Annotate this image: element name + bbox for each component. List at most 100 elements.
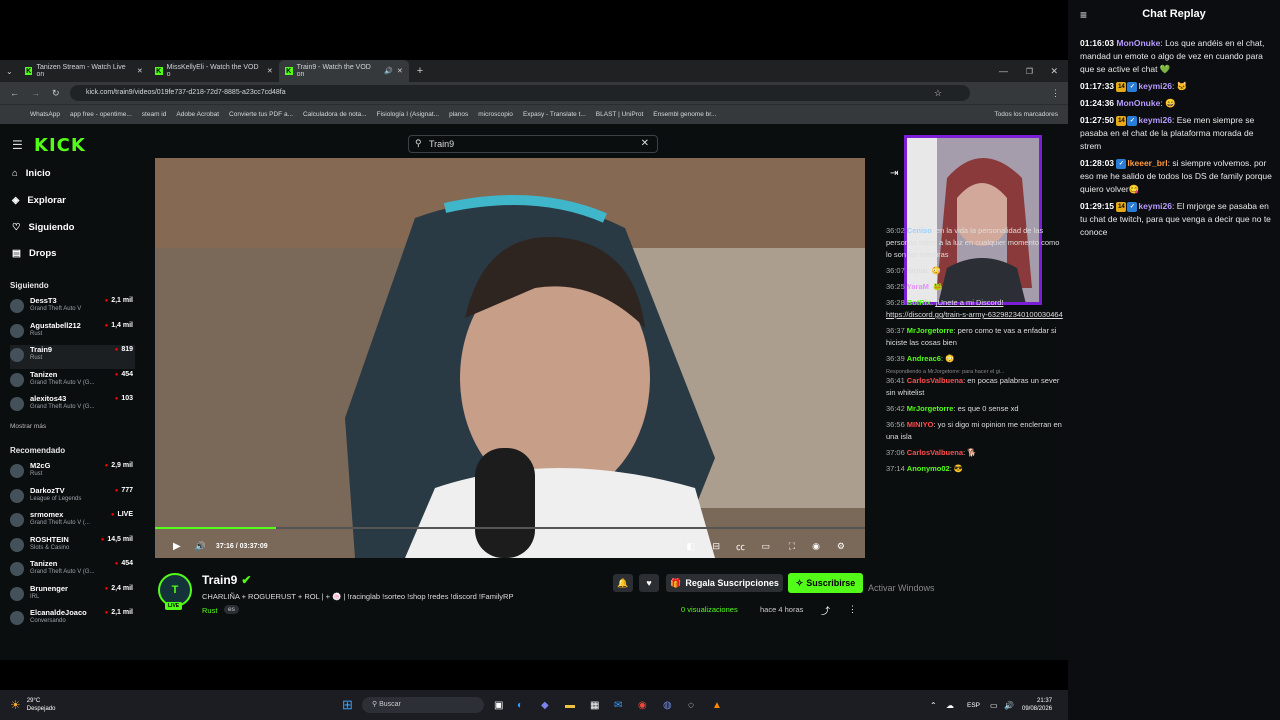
maximize-button[interactable]: ❐	[1026, 67, 1033, 76]
recommended-channel[interactable]: ElcanaldeJoacoConversando2,1 mil	[10, 608, 135, 632]
pip-icon[interactable]: ▭	[761, 541, 770, 552]
file-explorer-icon[interactable]: ▬	[565, 700, 575, 711]
video-player[interactable]	[155, 158, 865, 558]
progress-track[interactable]	[155, 527, 865, 529]
share-icon[interactable]: ⤴	[821, 604, 830, 617]
nav-drops[interactable]: ▤ Drops	[12, 248, 56, 259]
category-link[interactable]: Rust	[202, 606, 217, 615]
clock[interactable]: 21:37 09/08/2026	[1022, 697, 1052, 713]
kick-badge-icon: ✓	[1116, 158, 1127, 169]
bookmark-item[interactable]: BLAST | UniProt	[596, 111, 643, 118]
nav-siguiendo[interactable]: ♡ Siguiendo	[12, 222, 74, 233]
kick-favicon-icon: K	[154, 67, 163, 75]
reload-button[interactable]: ↻	[52, 88, 60, 99]
channel-name[interactable]: Train9 ✔	[202, 573, 251, 587]
notification-bell-button[interactable]: 🔔	[613, 574, 633, 592]
close-window-button[interactable]: ✕	[1050, 66, 1058, 77]
volume-icon[interactable]: 🔊	[195, 541, 206, 552]
browser-menu-icon[interactable]: ⋮	[1051, 88, 1060, 99]
fullscreen-icon[interactable]: ⛶	[789, 541, 795, 552]
recommended-channel[interactable]: srmomexGrand Theft Auto V (...LIVE	[10, 510, 135, 534]
following-channel-active[interactable]: Train9Rust819	[10, 345, 135, 369]
heart-icon: ♥	[646, 578, 652, 588]
app-icon[interactable]: ◌	[688, 700, 694, 711]
more-options-icon[interactable]: ⋮	[848, 604, 857, 615]
discord-icon[interactable]: ◍	[663, 700, 672, 711]
recommended-channel[interactable]: TanizenGrand Theft Auto V (G...454	[10, 559, 135, 583]
play-icon[interactable]: ▶	[173, 541, 181, 552]
weather-widget[interactable]: 29°C Despejado	[27, 697, 56, 713]
recommended-channel[interactable]: M2cGRust2,9 mil	[10, 461, 135, 485]
recommended-channel[interactable]: BrunengerIRL2,4 mil	[10, 584, 135, 608]
clear-search-icon[interactable]: ✕	[641, 138, 649, 149]
bookmark-item[interactable]: microscopio	[478, 111, 513, 118]
bookmark-item[interactable]: Ensembl genome br...	[653, 111, 716, 118]
forward-button[interactable]: →	[31, 88, 40, 98]
gift-subs-button[interactable]: 🎁 Regala Suscripciones	[666, 574, 783, 592]
task-view-icon[interactable]: ▣	[494, 700, 503, 711]
following-channel[interactable]: TanizenGrand Theft Auto V (G...454	[10, 370, 135, 394]
captions-icon[interactable]: ㏄	[736, 540, 745, 553]
tab-tanizen[interactable]: K Tanizen Stream - Watch Live on ✕	[19, 60, 149, 82]
search-input[interactable]: ⚲ Train9 ✕	[408, 135, 658, 153]
bookmark-item[interactable]: Expasy - Translate t...	[523, 111, 586, 118]
nav-explorar[interactable]: ◈ Explorar	[12, 195, 66, 206]
close-tab-icon[interactable]: ✕	[267, 67, 273, 75]
taskbar-search[interactable]: ⚲ Buscar	[362, 697, 484, 713]
bookmark-item[interactable]: Calculadora de nota...	[303, 111, 367, 118]
all-bookmarks-folder[interactable]: Todos los marcadores	[994, 111, 1058, 118]
network-icon[interactable]: ▭	[990, 701, 998, 710]
tray-arrow-icon[interactable]: ⌃	[930, 701, 937, 710]
new-tab-button[interactable]: +	[417, 65, 423, 77]
outlook-icon[interactable]: ✉	[614, 700, 622, 711]
replay-message: 01:16:03 MonOnuke: Los que andéis en el …	[1080, 38, 1265, 74]
nav-inicio[interactable]: ⌂ Inicio	[12, 168, 51, 179]
kick-badge-icon: ✓	[1127, 115, 1138, 126]
vlc-icon[interactable]: ▲	[712, 700, 722, 711]
kick-logo[interactable]: KICK	[34, 135, 86, 156]
language-tag[interactable]: es	[224, 605, 239, 614]
speed-icon[interactable]: ◉	[812, 541, 820, 552]
following-channel[interactable]: Agustabell212Rust1,4 mil	[10, 321, 135, 345]
bookmark-star-icon[interactable]: ☆	[934, 88, 942, 99]
follow-heart-button[interactable]: ♥	[639, 574, 659, 592]
store-icon[interactable]: ▦	[590, 700, 599, 711]
cloud-icon[interactable]: ☁	[946, 701, 954, 710]
bookmark-item[interactable]: Convierte tus PDF a...	[229, 111, 293, 118]
chrome-icon[interactable]: ◉	[638, 700, 647, 711]
hamburger-menu-icon[interactable]: ☰	[12, 138, 23, 152]
recommended-channel[interactable]: DarkozTVLeague of Legends777	[10, 486, 135, 510]
subscribe-button[interactable]: ✧ Suscribirse	[788, 573, 863, 593]
following-channel[interactable]: DessT3Grand Theft Auto V2,1 mil	[10, 296, 135, 320]
chat-message: 37:14 Anonymo02: 😎	[886, 464, 964, 473]
recommended-channel[interactable]: ROSHTEINSlots & Casino14,5 mil	[10, 535, 135, 559]
url-field[interactable]: kick.com/train9/videos/019fe737-d218-72d…	[70, 85, 970, 101]
minimize-button[interactable]: —	[999, 66, 1008, 76]
tab-misskellyeli[interactable]: K MissKellyEli - Watch the VOD o ✕	[149, 60, 279, 82]
clip-icon[interactable]: ◧	[686, 541, 695, 552]
show-more-link[interactable]: Mostrar más	[10, 423, 46, 430]
avatar	[10, 513, 24, 527]
close-tab-icon[interactable]: ✕	[397, 67, 403, 75]
language-indicator[interactable]: ESP	[967, 702, 980, 709]
back-button[interactable]: ←	[10, 88, 19, 98]
bookmark-item[interactable]: app free - opentime...	[70, 111, 132, 118]
windows-taskbar: ☀ 29°C Despejado ⊞ ⚲ Buscar ▣ ◐ ◆ ▬ ▦ ✉ ◉…	[0, 690, 1068, 720]
tab-list-icon[interactable]: ⌄	[6, 67, 13, 76]
windows-start-icon[interactable]: ⊞	[342, 697, 353, 713]
bookmark-item[interactable]: steam id	[142, 111, 167, 118]
teams-icon[interactable]: ◆	[541, 700, 549, 711]
bookmark-item[interactable]: Adobe Acrobat	[176, 111, 219, 118]
settings-gear-icon[interactable]: ⚙	[837, 541, 845, 552]
volume-tray-icon[interactable]: 🔊	[1004, 701, 1014, 710]
bookmark-item[interactable]: Fisiología I (Asignat...	[377, 111, 440, 118]
collapse-chat-icon[interactable]: ⇥	[890, 168, 898, 179]
edge-icon[interactable]: ◐	[517, 700, 523, 711]
avatar	[10, 348, 24, 362]
close-tab-icon[interactable]: ✕	[137, 67, 143, 75]
tab-train9[interactable]: K Train9 - Watch the VOD on 🔊 ✕	[278, 60, 409, 82]
bookmark-item[interactable]: WhatsApp	[30, 111, 60, 118]
following-channel[interactable]: alexitos43Grand Theft Auto V (G...103	[10, 394, 135, 418]
bookmark-item[interactable]: planos	[449, 111, 468, 118]
theater-icon[interactable]: ⊟	[712, 541, 720, 552]
